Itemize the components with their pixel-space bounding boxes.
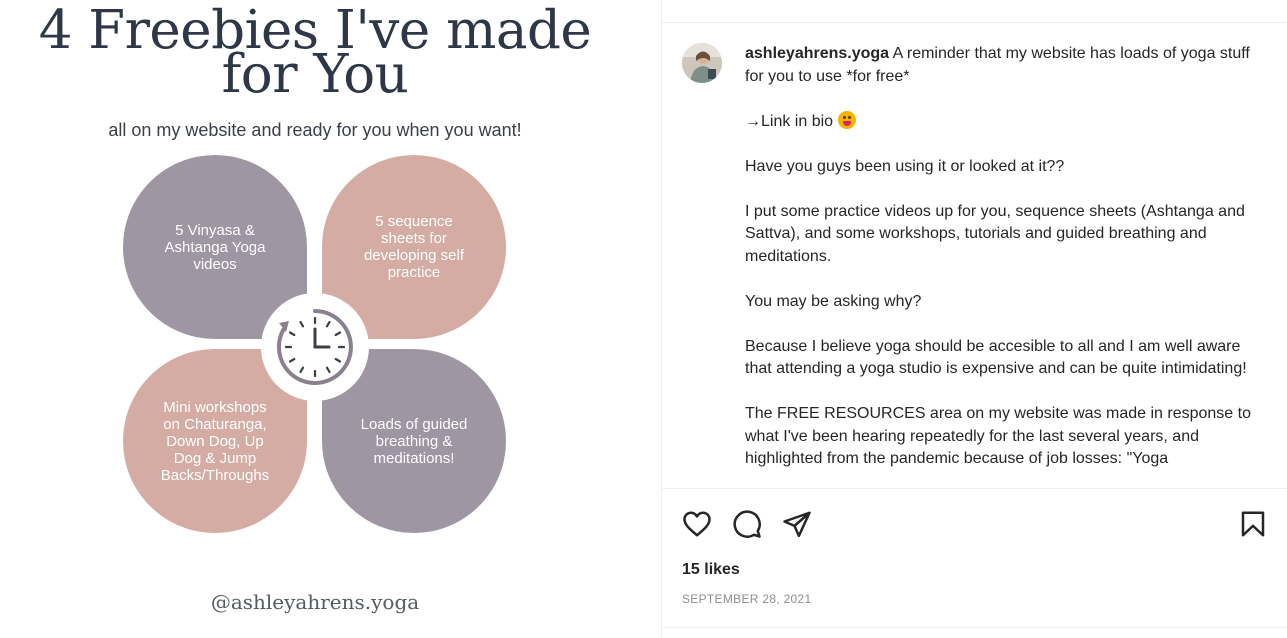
clock-icon [261, 293, 369, 401]
petal-line: practice [387, 264, 441, 281]
caption-paragraph: Have you guys been using it or looked at… [745, 157, 1065, 175]
petal-line: 5 sequence [375, 213, 453, 230]
footer-divider [662, 627, 1287, 628]
action-bar: 15 likes SEPTEMBER 28, 2021 [662, 488, 1287, 638]
clock-graphic [276, 309, 353, 385]
likes-count[interactable]: 15 likes [682, 561, 740, 579]
petal-line: Down Dog, Up [166, 432, 264, 450]
image-title-line2: for You [221, 44, 409, 105]
petal-line: breathing & [375, 432, 453, 450]
header-divider [662, 0, 1287, 23]
petal-line: Dog & Jump [173, 449, 257, 467]
petal-line: Ashtanga Yoga [164, 238, 266, 256]
comment-icon[interactable] [732, 509, 762, 539]
caption-paragraph: I put some practice videos up for you, s… [745, 202, 1245, 265]
post-caption: ashleyahrens.yoga A reminder that my web… [745, 43, 1265, 485]
bookmark-icon[interactable] [1238, 509, 1268, 539]
caption-paragraph: You may be asking why? [745, 292, 922, 310]
post-image[interactable]: 4 Freebies I've made for You all on my w… [0, 0, 661, 638]
post-date[interactable]: SEPTEMBER 28, 2021 [682, 592, 811, 606]
petal-line: sheets for [381, 230, 447, 247]
post-panel: ashleyahrens.yoga A reminder that my web… [661, 0, 1287, 638]
avatar-photo [682, 43, 722, 83]
caption-paragraph: The FREE RESOURCES area on my website wa… [745, 405, 1251, 467]
grinning-face-emoji-icon [837, 110, 856, 129]
petal-line: Loads of guided [360, 415, 468, 433]
image-subtitle: all on my website and ready for you when… [108, 120, 522, 140]
caption-paragraph: Because I believe yoga should be accesib… [745, 337, 1247, 378]
petal-line: developing self [363, 247, 465, 264]
heart-icon[interactable] [682, 509, 712, 539]
share-icon[interactable] [782, 509, 812, 539]
petal-line: meditations! [373, 449, 455, 467]
petal-line: 5 Vinyasa & [175, 221, 255, 239]
petal-line: videos [193, 255, 237, 273]
image-handle: @ashleyahrens.yoga [210, 590, 420, 614]
petal-line: on Chaturanga, [163, 415, 267, 433]
username-link[interactable]: ashleyahrens.yoga [745, 45, 889, 62]
avatar[interactable] [682, 43, 722, 83]
caption-link-in-bio: →Link in bio [745, 112, 834, 130]
petal-line: Backs/Throughs [160, 466, 270, 484]
petal-line: Mini workshops [163, 398, 267, 416]
